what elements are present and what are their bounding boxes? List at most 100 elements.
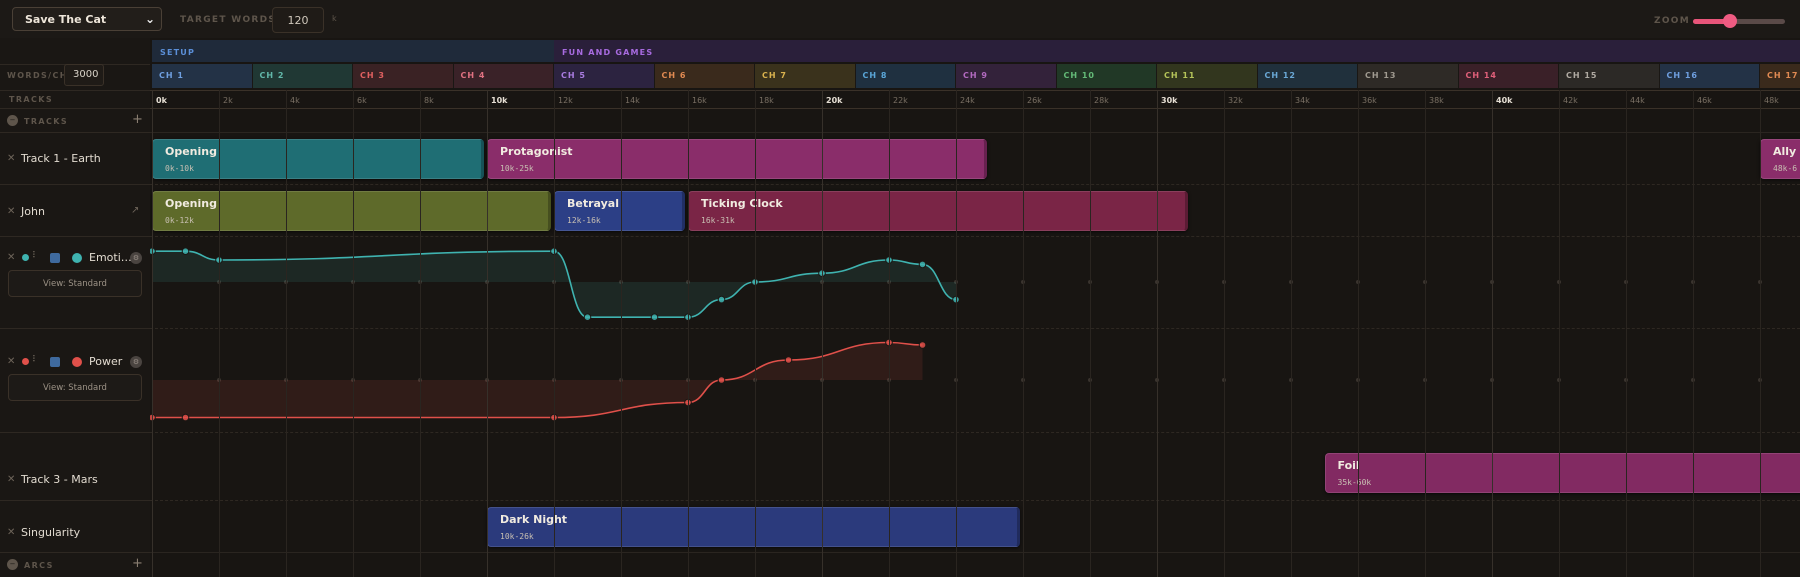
track-name[interactable]: Track 3 - Mars (21, 473, 98, 486)
chevron-down-icon: ⌄ (144, 12, 155, 26)
structure-preset-select[interactable]: Save The Cat ⌄ (12, 7, 162, 31)
left-panel: WORDS/CH 3000 TRACKS − TRACKS + ✕ Track … (0, 38, 151, 577)
beat-block[interactable]: Ticking Clock 16k-31k (688, 191, 1188, 231)
beat-block[interactable]: Opening 0k-12k (152, 191, 551, 231)
grid-line (152, 90, 153, 577)
arc-color-dot (22, 254, 29, 261)
beat-range: 35k-60k (1337, 478, 1372, 487)
beat-title: Foil (1337, 459, 1360, 472)
grid-line (1760, 90, 1761, 577)
arc-track-name[interactable]: Emoti… (89, 251, 132, 264)
add-track-icon[interactable]: + (132, 112, 143, 127)
tracks-column-label: TRACKS (9, 95, 54, 104)
grid-line (487, 90, 488, 577)
arc-point[interactable] (583, 313, 592, 322)
beat-title: Betrayal (567, 197, 619, 210)
chart-icon[interactable]: ↗ (131, 205, 139, 216)
timeline-canvas[interactable]: SETUP FUN AND GAMES CH 1 CH 2 CH 3 CH 4 CH 5C… (150, 38, 1800, 577)
grid-line (822, 90, 823, 577)
beat-title: Opening (165, 145, 217, 158)
grid-line (1425, 90, 1426, 577)
arc-point[interactable] (717, 376, 726, 384)
collapse-tracks-icon[interactable]: − (7, 115, 18, 126)
top-toolbar: Save The Cat ⌄ TARGET WORDS 120 k ZOOM (0, 0, 1800, 39)
arc-point[interactable] (181, 413, 190, 422)
grid-line (1090, 90, 1091, 577)
add-arc-icon[interactable]: + (132, 556, 143, 571)
grid-line (688, 90, 689, 577)
arc-view-toggle[interactable]: View: Standard (8, 374, 142, 401)
beat-range: 12k-16k (567, 216, 601, 225)
zoom-label: ZOOM (1654, 16, 1690, 26)
drag-handle-icon[interactable]: ⠇ (32, 251, 39, 261)
arc-settings-icon[interactable]: ⚙ (130, 356, 142, 368)
beat-block[interactable]: Protagonist 10k-25k (487, 139, 987, 179)
arc-curves[interactable] (150, 38, 1800, 577)
arc-point[interactable] (918, 341, 927, 349)
beat-title: Ticking Clock (701, 197, 783, 210)
grid-line (889, 90, 890, 577)
beat-range: 10k-25k (500, 164, 534, 173)
grid-line (353, 90, 354, 577)
grid-line (621, 90, 622, 577)
beat-title: Opening (165, 197, 217, 210)
arc-color-dot (22, 358, 29, 365)
grid-line (956, 90, 957, 577)
arc-view-toggle[interactable]: View: Standard (8, 270, 142, 297)
grid-line (1224, 90, 1225, 577)
beat-range: 0k-10k (165, 164, 194, 173)
remove-track-icon[interactable]: ✕ (7, 206, 15, 217)
grid-line (1291, 90, 1292, 577)
target-words-label: TARGET WORDS (180, 15, 277, 25)
grid-line (286, 90, 287, 577)
beat-range: 16k-31k (701, 216, 735, 225)
arc-point[interactable] (918, 260, 927, 269)
arc-area (152, 342, 923, 418)
target-words-input[interactable]: 120 (272, 7, 324, 33)
beat-block[interactable]: Dark Night 10k-26k (487, 507, 1020, 547)
beat-range: 0k-12k (165, 216, 194, 225)
grid-line (420, 90, 421, 577)
beat-block[interactable]: Ally 48k-6 (1760, 139, 1800, 179)
arc-track-name[interactable]: Power (89, 355, 122, 368)
remove-track-icon[interactable]: ✕ (7, 252, 15, 263)
words-per-chapter-label: WORDS/CH (7, 71, 68, 80)
arc-color-swatch[interactable] (72, 357, 82, 367)
track-name[interactable]: John (21, 205, 45, 218)
beat-range: 10k-26k (500, 532, 534, 541)
arc-point[interactable] (650, 313, 659, 322)
beat-title: Dark Night (500, 513, 568, 526)
arc-type-icon (50, 357, 60, 367)
beat-range: 48k-6 (1773, 164, 1798, 173)
arc-point[interactable] (784, 356, 793, 364)
arcs-section-title: ARCS (24, 561, 54, 570)
drag-handle-icon[interactable]: ⠇ (32, 355, 39, 365)
collapse-arcs-icon[interactable]: − (7, 559, 18, 570)
arc-settings-icon[interactable]: ⚙ (130, 252, 142, 264)
arc-type-icon (50, 253, 60, 263)
target-words-unit: k (332, 14, 337, 23)
tracks-section-title: TRACKS (24, 117, 69, 126)
grid-line (1693, 90, 1694, 577)
words-per-chapter-input[interactable]: 3000 (64, 64, 104, 86)
beat-block[interactable]: Opening 0k-10k (152, 139, 484, 179)
remove-track-icon[interactable]: ✕ (7, 527, 15, 538)
remove-track-icon[interactable]: ✕ (7, 356, 15, 367)
grid-line (755, 90, 756, 577)
track-name[interactable]: Singularity (21, 526, 80, 539)
beat-block[interactable]: Betrayal 12k-16k (554, 191, 685, 231)
beat-block[interactable]: Foil 35k-60k (1324, 453, 1800, 493)
grid-line (1157, 90, 1158, 577)
remove-track-icon[interactable]: ✕ (7, 474, 15, 485)
track-name[interactable]: Track 1 - Earth (21, 152, 101, 165)
arc-point[interactable] (717, 295, 726, 304)
remove-track-icon[interactable]: ✕ (7, 153, 15, 164)
arc-color-swatch[interactable] (72, 253, 82, 263)
grid-line (1023, 90, 1024, 577)
grid-line (1358, 90, 1359, 577)
grid-line (1559, 90, 1560, 577)
zoom-slider-thumb[interactable] (1722, 14, 1737, 28)
arc-point[interactable] (181, 247, 190, 255)
beat-title: Ally (1773, 145, 1797, 158)
preset-value: Save The Cat (25, 13, 107, 26)
